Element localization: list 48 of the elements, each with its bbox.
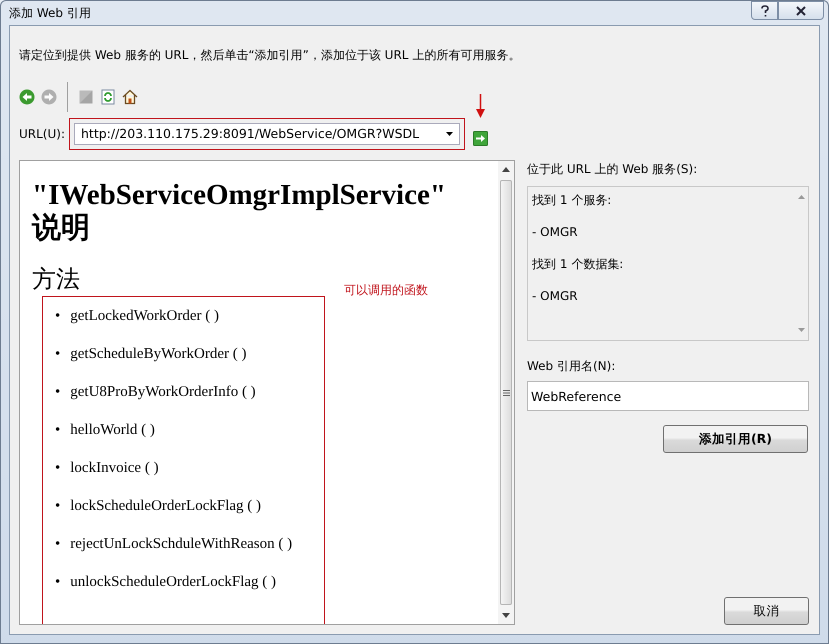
close-icon bbox=[796, 6, 806, 16]
bullet: • bbox=[55, 383, 60, 402]
scroll-down-icon[interactable] bbox=[502, 613, 510, 618]
service-text: 找到 1 个数据集: bbox=[532, 256, 624, 273]
bullet: • bbox=[55, 535, 60, 554]
reference-name-label: Web 引用名(N): bbox=[527, 358, 616, 375]
method-link[interactable]: lockScheduleOrderLockFlag ( ) bbox=[70, 495, 262, 518]
reference-name-field[interactable]: WebReference bbox=[527, 381, 809, 411]
services-label: 位于此 URL 上的 Web 服务(S): bbox=[527, 161, 698, 178]
url-value: http://203.110.175.29:8091/WebService/OMGR?WSDL bbox=[81, 124, 420, 143]
window-title: 添加 Web 引用 bbox=[9, 5, 91, 22]
bullet: • bbox=[55, 421, 60, 440]
close-button[interactable] bbox=[778, 1, 824, 20]
method-link[interactable]: getU8ProByWorkOrderInfo ( ) bbox=[70, 381, 256, 404]
scroll-up-icon[interactable] bbox=[502, 167, 510, 172]
instruction-text: 请定位到提供 Web 服务的 URL，然后单击“添加引用”，添加位于该 URL 上的所有可用服务。 bbox=[19, 47, 522, 64]
method-link[interactable]: getScheduleByWorkOrder ( ) bbox=[70, 343, 247, 366]
scrollbar-thumb[interactable] bbox=[500, 180, 512, 605]
method-link[interactable]: helloWorld ( ) bbox=[70, 419, 155, 442]
service-text: - OMGR bbox=[532, 224, 579, 241]
annotation-arrow bbox=[476, 94, 485, 118]
service-text: - OMGR bbox=[532, 288, 579, 305]
refresh-icon[interactable] bbox=[100, 89, 116, 105]
method-link[interactable]: getLockedWorkOrder ( ) bbox=[70, 305, 219, 328]
bullet: • bbox=[55, 497, 60, 516]
help-button[interactable] bbox=[751, 1, 778, 20]
add-reference-button[interactable]: 添加引用(R) bbox=[663, 425, 808, 453]
scrollbar[interactable] bbox=[498, 161, 514, 624]
go-icon[interactable] bbox=[473, 130, 488, 146]
bullet: • bbox=[55, 345, 60, 364]
cancel-button[interactable]: 取消 bbox=[724, 597, 809, 625]
bullet: • bbox=[55, 459, 60, 478]
bullet: • bbox=[55, 573, 60, 592]
method-link[interactable]: rejectUnLockSchduleWithReason ( ) bbox=[70, 533, 292, 556]
url-combobox[interactable]: http://203.110.175.29:8091/WebService/OMGR?WSDL bbox=[74, 123, 460, 145]
section-heading: 方法 bbox=[32, 266, 80, 294]
bullet: • bbox=[55, 307, 60, 326]
method-link[interactable]: unlockScheduleOrderLockFlag ( ) bbox=[70, 571, 276, 594]
service-text: 找到 1 个服务: bbox=[532, 192, 612, 209]
method-link[interactable]: lockInvoice ( ) bbox=[70, 457, 159, 480]
service-heading: "IWebServiceOmgrImplService" 说明 bbox=[32, 179, 447, 246]
url-label: URL(U): bbox=[19, 126, 65, 143]
annotation-text: 可以调用的函数 bbox=[344, 282, 428, 299]
grip-icon bbox=[502, 390, 510, 396]
back-icon[interactable] bbox=[19, 89, 35, 105]
help-icon bbox=[760, 4, 768, 16]
caret-icon bbox=[446, 132, 453, 136]
home-icon[interactable] bbox=[122, 89, 138, 105]
